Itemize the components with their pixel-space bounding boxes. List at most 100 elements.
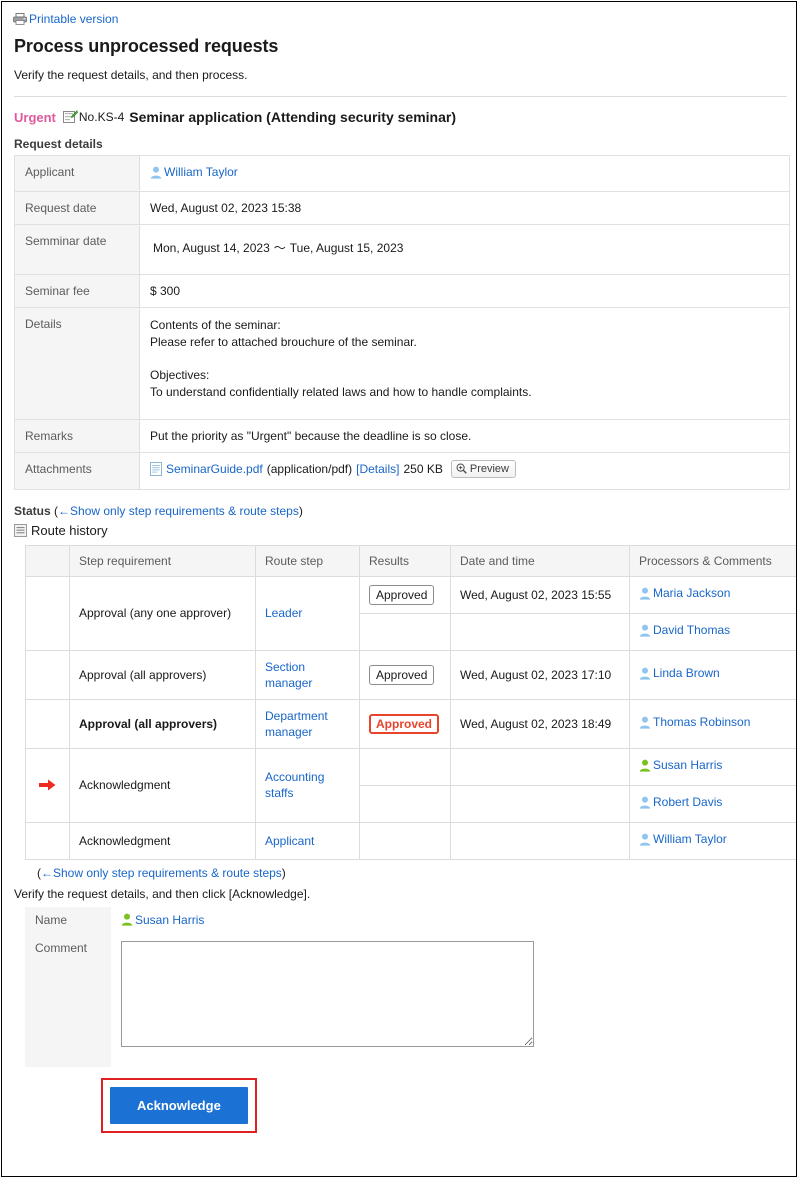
user-chip[interactable]: Linda Brown <box>639 666 720 680</box>
printer-icon <box>13 12 27 25</box>
field-label-attachments: Attachments <box>14 451 140 490</box>
details-line-2: Please refer to attached brouchure of th… <box>150 334 417 349</box>
field-label-request-date: Request date <box>14 190 140 225</box>
field-label-seminar-fee: Seminar fee <box>14 273 140 308</box>
result-cell <box>359 821 451 860</box>
route-step-link[interactable]: Applicant <box>265 833 314 849</box>
processor-cell: David Thomas <box>629 612 796 651</box>
field-label-details: Details <box>14 306 140 420</box>
request-details-table: Applicant William Taylor Request date We… <box>14 155 790 490</box>
comment-input[interactable] <box>121 941 534 1047</box>
printable-version-label[interactable]: Printable version <box>29 12 118 26</box>
processor-name[interactable]: Maria Jackson <box>653 586 730 600</box>
date-range-separator: 〜 <box>273 240 286 255</box>
request-headline: Urgent No.KS-4 Seminar application (Atte… <box>14 107 787 127</box>
result-cell <box>359 747 451 786</box>
table-row: Comment <box>25 935 544 1067</box>
page-description: Verify the request details, and then pro… <box>14 68 248 82</box>
route-step-cell: Department manager <box>255 698 360 749</box>
attachment-filename[interactable]: SeminarGuide.pdf <box>166 462 263 476</box>
processor-name[interactable]: Thomas Robinson <box>653 715 750 729</box>
priority-label: Urgent <box>14 109 56 125</box>
request-details-label: Request details <box>14 137 103 151</box>
user-chip[interactable]: Susan Harris <box>639 758 722 772</box>
status-badge: Approved <box>369 713 440 734</box>
seminar-date-end: Tue, August 15, 2023 <box>289 240 404 255</box>
route-history-table: Step requirement Route step Results Date… <box>25 544 796 860</box>
field-value-attachments: SeminarGuide.pdf (application/pdf) [Deta… <box>139 451 790 490</box>
table-row: Remarks Put the priority as "Urgent" bec… <box>14 418 790 453</box>
row-marker <box>25 575 70 651</box>
table-header-row: Step requirement Route step Results Date… <box>25 544 796 577</box>
processor-name[interactable]: William Taylor <box>653 832 727 846</box>
red-arrow-icon <box>39 778 56 792</box>
user-chip[interactable]: Thomas Robinson <box>639 715 750 729</box>
route-step-link[interactable]: Leader <box>265 605 302 621</box>
route-step-cell: Leader <box>255 575 360 651</box>
attachment-details-link[interactable]: [Details] <box>356 462 399 476</box>
datetime-cell <box>450 821 630 860</box>
route-step-link[interactable]: Accounting staffs <box>265 769 350 801</box>
printable-version-link[interactable]: Printable version <box>13 10 787 27</box>
status-label: Status <box>14 503 51 518</box>
field-value-details: Contents of the seminar: Please refer to… <box>139 306 790 420</box>
user-chip[interactable]: William Taylor <box>150 165 238 179</box>
processor-name[interactable]: David Thomas <box>653 623 730 637</box>
user-chip[interactable]: Maria Jackson <box>639 586 730 600</box>
datetime-cell <box>450 747 630 786</box>
route-step-link[interactable]: Department manager <box>265 708 350 740</box>
processor-cell: William Taylor <box>629 821 796 860</box>
user-chip[interactable]: William Taylor <box>639 832 727 846</box>
seminar-date-start: Mon, August 14, 2023 <box>153 240 270 255</box>
column-header-marker <box>25 544 70 577</box>
column-header-route-step: Route step <box>255 544 360 577</box>
user-blue-icon <box>639 716 651 729</box>
processor-name[interactable]: Robert Davis <box>653 795 722 809</box>
attachment-row: SeminarGuide.pdf (application/pdf) [Deta… <box>150 459 780 478</box>
table-row: Acknowledgment Applicant William Taylor <box>25 821 796 860</box>
field-label-remarks: Remarks <box>14 418 140 453</box>
column-header-processors: Processors & Comments <box>629 544 796 577</box>
processor-cell: Susan Harris <box>629 747 796 786</box>
result-cell: Approved <box>359 698 451 749</box>
route-step-link[interactable]: Section manager <box>265 659 350 691</box>
route-step-cell: Section manager <box>255 649 360 700</box>
datetime-cell <box>450 784 630 823</box>
user-blue-icon <box>639 833 651 846</box>
table-row: Seminar fee $ 300 <box>14 273 790 308</box>
applicant-name[interactable]: William Taylor <box>164 165 238 179</box>
status-badge: Approved <box>369 664 435 685</box>
user-blue-icon <box>150 166 162 179</box>
show-only-steps-row-bottom: (←Show only step requirements & route st… <box>37 866 787 880</box>
processor-name[interactable]: Susan Harris <box>653 758 722 772</box>
acknowledge-button[interactable]: Acknowledge <box>110 1087 248 1124</box>
field-value-seminar-fee: $ 300 <box>139 273 790 308</box>
request-subject: Seminar application (Attending security … <box>129 109 456 125</box>
column-header-step-requirement: Step requirement <box>69 544 256 577</box>
user-chip[interactable]: Robert Davis <box>639 795 722 809</box>
attachment-mime: (application/pdf) <box>266 461 353 476</box>
show-only-steps-link-bottom[interactable]: ←Show only step requirements & route ste… <box>41 866 282 880</box>
list-icon <box>14 523 27 537</box>
step-requirement-cell: Approval (all approvers) <box>69 649 256 700</box>
table-row: Approval (all approvers) Department mana… <box>25 698 796 749</box>
current-user-name[interactable]: Susan Harris <box>135 913 204 927</box>
datetime-cell <box>450 612 630 651</box>
row-marker <box>25 649 70 700</box>
processor-name[interactable]: Linda Brown <box>653 666 720 680</box>
file-icon <box>150 461 162 476</box>
user-chip[interactable]: Susan Harris <box>121 913 204 927</box>
field-value-seminar-date: Mon, August 14, 2023 〜 Tue, August 15, 202… <box>139 223 790 275</box>
user-blue-icon <box>639 796 651 809</box>
user-blue-icon <box>639 587 651 600</box>
user-chip[interactable]: David Thomas <box>639 623 730 637</box>
user-blue-icon <box>639 624 651 637</box>
form-value-name: Susan Harris <box>111 906 544 935</box>
column-header-date-time: Date and time <box>450 544 630 577</box>
zoom-in-icon <box>456 463 467 474</box>
user-green-icon <box>121 913 133 926</box>
details-line-3 <box>150 351 780 367</box>
field-label-applicant: Applicant <box>14 155 140 192</box>
show-only-steps-link-top[interactable]: ←Show only step requirements & route ste… <box>58 504 299 518</box>
preview-button[interactable]: Preview <box>450 459 516 478</box>
